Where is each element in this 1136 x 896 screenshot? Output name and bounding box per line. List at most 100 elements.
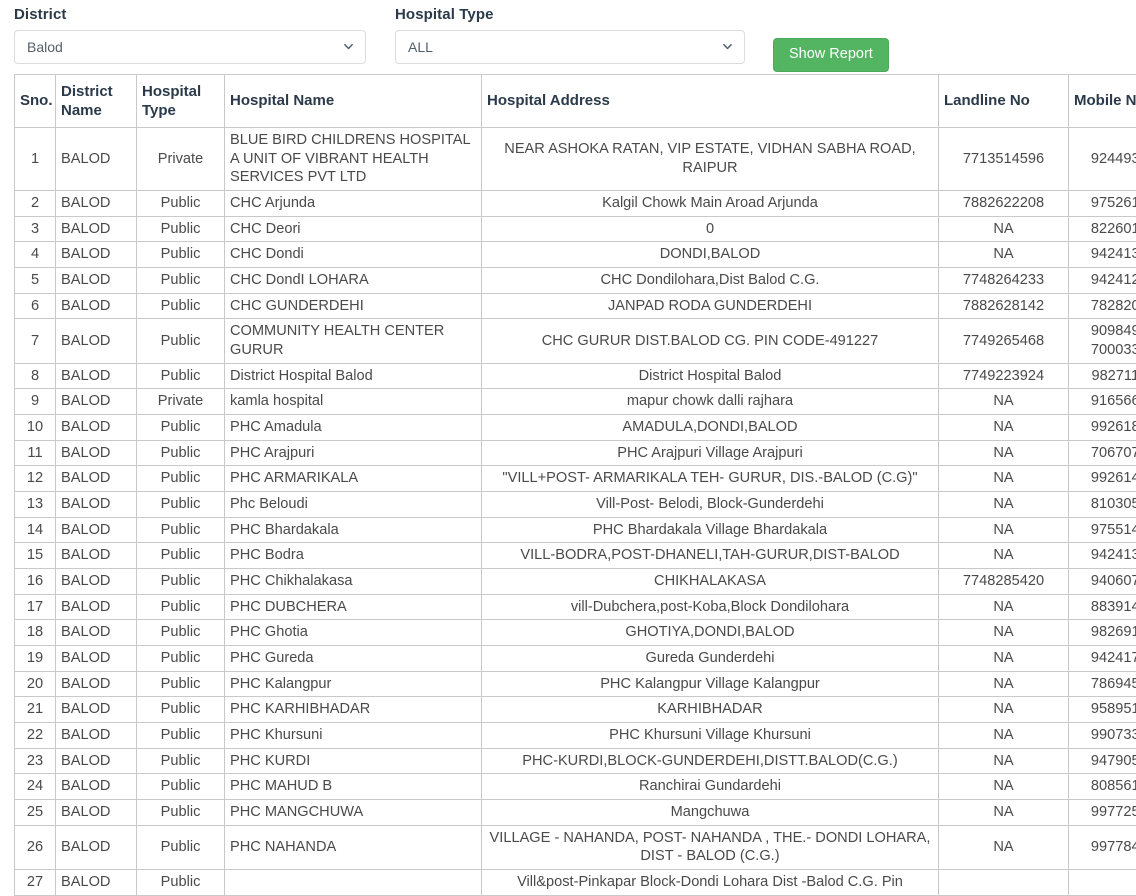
cell-landline: NA — [939, 774, 1069, 800]
cell-mobile: 9752613582 — [1069, 191, 1136, 217]
hospital-type-select-wrap: ALL — [395, 30, 745, 64]
cell-mobile: 9424173762 — [1069, 646, 1136, 672]
cell-district: BALOD — [56, 646, 137, 672]
table-row: 4BALODPublicCHC DondiDONDI,BALODNA942413… — [15, 242, 1136, 268]
cell-sno: 12 — [15, 466, 56, 492]
cell-name — [225, 870, 482, 896]
cell-sno: 5 — [15, 268, 56, 294]
cell-type: Public — [137, 646, 225, 672]
table-row: 5BALODPublicCHC DondI LOHARACHC Dondiloh… — [15, 268, 1136, 294]
cell-mobile: 9926144174 — [1069, 466, 1136, 492]
cell-name: kamla hospital — [225, 389, 482, 415]
cell-type: Public — [137, 620, 225, 646]
cell-type: Public — [137, 671, 225, 697]
cell-mobile: 8226018705 — [1069, 216, 1136, 242]
show-report-button[interactable]: Show Report — [773, 38, 889, 72]
cell-district: BALOD — [56, 492, 137, 518]
cell-address: District Hospital Balod — [482, 363, 939, 389]
cell-landline: NA — [939, 825, 1069, 869]
cell-name: PHC Kalangpur — [225, 671, 482, 697]
table-row: 6BALODPublicCHC GUNDERDEHIJANPAD RODA GU… — [15, 293, 1136, 319]
cell-sno: 16 — [15, 569, 56, 595]
cell-name: CHC Arjunda — [225, 191, 482, 217]
cell-address: "VILL+POST- ARMARIKALA TEH- GURUR, DIS.-… — [482, 466, 939, 492]
table-row: 9BALODPrivatekamla hospitalmapur chowk d… — [15, 389, 1136, 415]
cell-address: Gureda Gunderdehi — [482, 646, 939, 672]
cell-mobile: 9479057739 — [1069, 748, 1136, 774]
cell-name: CHC Deori — [225, 216, 482, 242]
cell-name: COMMUNITY HEALTH CENTER GURUR — [225, 319, 482, 363]
cell-district: BALOD — [56, 774, 137, 800]
cell-district: BALOD — [56, 543, 137, 569]
cell-sno: 3 — [15, 216, 56, 242]
cell-type: Public — [137, 870, 225, 896]
cell-mobile: 8085612427 — [1069, 774, 1136, 800]
cell-district: BALOD — [56, 748, 137, 774]
cell-mobile: 9406071674 — [1069, 569, 1136, 595]
cell-name: PHC Ghotia — [225, 620, 482, 646]
cell-landline: NA — [939, 517, 1069, 543]
mobile-number: 9098494979 — [1074, 322, 1136, 341]
cell-name: PHC MAHUD B — [225, 774, 482, 800]
cell-address: KARHIBHADAR — [482, 697, 939, 723]
column-header-type: Hospital Type — [137, 75, 225, 128]
cell-type: Public — [137, 774, 225, 800]
table-row: 22BALODPublicPHC KhursuniPHC Khursuni Vi… — [15, 723, 1136, 749]
cell-sno: 1 — [15, 128, 56, 191]
hospital-type-label: Hospital Type — [395, 0, 745, 23]
cell-type: Public — [137, 216, 225, 242]
table-row: 16BALODPublicPHC ChikhalakasaCHIKHALAKAS… — [15, 569, 1136, 595]
cell-sno: 7 — [15, 319, 56, 363]
cell-district: BALOD — [56, 825, 137, 869]
cell-district: BALOD — [56, 723, 137, 749]
cell-mobile: 9755149005 — [1069, 517, 1136, 543]
cell-type: Public — [137, 415, 225, 441]
cell-mobile: 9907337932 — [1069, 723, 1136, 749]
cell-sno: 11 — [15, 440, 56, 466]
cell-name: PHC Amadula — [225, 415, 482, 441]
cell-type: Public — [137, 293, 225, 319]
cell-address: JANPAD RODA GUNDERDEHI — [482, 293, 939, 319]
cell-mobile: 9926182477 — [1069, 415, 1136, 441]
cell-address: Mangchuwa — [482, 800, 939, 826]
cell-address: Vill&post-Pinkapar Block-Dondi Lohara Di… — [482, 870, 939, 896]
cell-mobile: 9424131296 — [1069, 242, 1136, 268]
cell-type: Public — [137, 723, 225, 749]
hospital-type-select[interactable]: ALL — [395, 30, 745, 64]
cell-district: BALOD — [56, 440, 137, 466]
cell-mobile: 9244938380 — [1069, 128, 1136, 191]
cell-address: AMADULA,DONDI,BALOD — [482, 415, 939, 441]
cell-landline: 7713514596 — [939, 128, 1069, 191]
cell-name: PHC ARMARIKALA — [225, 466, 482, 492]
cell-sno: 13 — [15, 492, 56, 518]
cell-district: BALOD — [56, 216, 137, 242]
cell-sno: 25 — [15, 800, 56, 826]
cell-mobile: 8839149976 — [1069, 594, 1136, 620]
cell-mobile: 7828200007 — [1069, 293, 1136, 319]
cell-mobile: 7869456178 — [1069, 671, 1136, 697]
table-header-row: Sno. District Name Hospital Type Hospita… — [15, 75, 1136, 128]
cell-sno: 27 — [15, 870, 56, 896]
table-row: 14BALODPublicPHC BhardakalaPHC Bhardakal… — [15, 517, 1136, 543]
cell-landline: NA — [939, 671, 1069, 697]
table-row: 2BALODPublicCHC ArjundaKalgil Chowk Main… — [15, 191, 1136, 217]
cell-mobile: 9589519015 — [1069, 697, 1136, 723]
district-select-wrap: Balod — [14, 30, 366, 64]
cell-landline: NA — [939, 646, 1069, 672]
cell-sno: 14 — [15, 517, 56, 543]
cell-landline: 7749265468 — [939, 319, 1069, 363]
table-row: 26BALODPublicPHC NAHANDAVILLAGE - NAHAND… — [15, 825, 1136, 869]
cell-address: DONDI,BALOD — [482, 242, 939, 268]
cell-mobile: 9826918023 — [1069, 620, 1136, 646]
cell-mobile: 9424132392 — [1069, 543, 1136, 569]
cell-district: BALOD — [56, 594, 137, 620]
district-select[interactable]: Balod — [14, 30, 366, 64]
cell-type: Public — [137, 319, 225, 363]
cell-mobile: 9977841366 — [1069, 825, 1136, 869]
cell-district: BALOD — [56, 268, 137, 294]
table-row: 23BALODPublicPHC KURDIPHC-KURDI,BLOCK-GU… — [15, 748, 1136, 774]
table-row: 3BALODPublicCHC Deori0NA8226018705 — [15, 216, 1136, 242]
cell-sno: 19 — [15, 646, 56, 672]
column-header-sno: Sno. — [15, 75, 56, 128]
cell-type: Public — [137, 363, 225, 389]
